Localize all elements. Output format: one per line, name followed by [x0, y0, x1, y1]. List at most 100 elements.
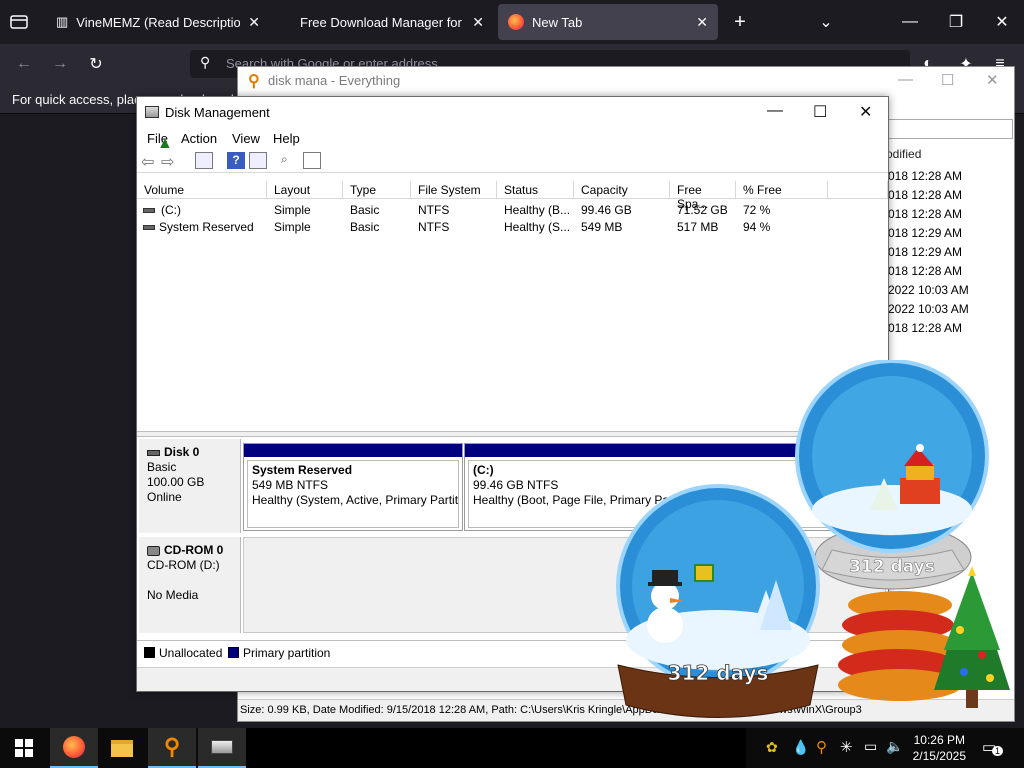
everything-search-icon: ⚲	[248, 73, 260, 90]
notification-count: 1	[992, 746, 1004, 756]
maximize-icon[interactable]: ☐	[813, 102, 827, 122]
start-button[interactable]	[0, 728, 48, 768]
close-tab-icon[interactable]: ✕	[696, 14, 708, 31]
partition-name: (C:)	[473, 463, 494, 477]
partition-c[interactable]: (C:) 99.46 GB NTFS Healthy (Boot, Page F…	[464, 443, 884, 531]
close-tab-icon[interactable]: ✕	[248, 14, 260, 31]
result-row-date[interactable]: 2022 10:03 AM	[888, 283, 969, 297]
result-row-date[interactable]: 018 12:29 AM	[888, 245, 962, 259]
column-header-free-space[interactable]: Free Spa...	[670, 181, 736, 211]
result-row-date[interactable]: 018 12:28 AM	[888, 321, 962, 335]
partition-system-reserved[interactable]: System Reserved 549 MB NTFS Healthy (Sys…	[243, 443, 463, 531]
column-header-type[interactable]: Type	[343, 181, 411, 199]
cell-status: Healthy (B...	[504, 203, 571, 217]
disk-icon	[147, 449, 160, 456]
cell-capacity: 99.46 GB	[581, 203, 632, 217]
toolbar: ⇦ ⇨ ? ⌕	[137, 149, 888, 173]
cell-type: Basic	[350, 220, 380, 234]
column-header-status[interactable]: Status	[497, 181, 574, 199]
minimize-icon[interactable]: —	[898, 71, 913, 88]
result-row-date[interactable]: 018 12:29 AM	[888, 226, 962, 240]
disk-name: CD-ROM 0	[164, 543, 224, 557]
result-row-date[interactable]: 018 12:28 AM	[888, 207, 962, 221]
chevron-down-icon[interactable]: ⌄	[814, 10, 838, 34]
everything-search-input[interactable]	[888, 119, 1013, 139]
disk-graphical-view: Disk 0 Basic 100.00 GB Online System Res…	[137, 437, 888, 635]
minimize-icon[interactable]: —	[898, 10, 922, 34]
network-icon[interactable]: ▭	[864, 738, 877, 755]
column-header-file-system[interactable]: File System	[411, 181, 497, 199]
cell-free-space: 517 MB	[677, 220, 719, 234]
result-row-date[interactable]: 018 12:28 AM	[888, 264, 962, 278]
system-clock[interactable]: 10:26 PM 2/15/2025	[913, 732, 966, 764]
tab-label: Free Download Manager for Wi	[300, 14, 465, 30]
column-header-layout[interactable]: Layout	[267, 181, 343, 199]
maximize-icon[interactable]: ☐	[941, 71, 954, 89]
close-icon[interactable]: ✕	[986, 71, 999, 89]
minimize-icon[interactable]: —	[767, 102, 783, 120]
cell-percent-free: 72 %	[743, 203, 771, 217]
menu-view[interactable]: View	[232, 131, 260, 146]
firefox-icon	[63, 736, 85, 758]
legend-label: Primary partition	[243, 646, 331, 660]
browser-tab[interactable]: ▥ VineMEMZ (Read Description) : ✕	[46, 4, 270, 40]
tray-search-icon[interactable]: ⚲	[816, 738, 827, 756]
tray-snow-icon[interactable]: ✳	[840, 738, 853, 756]
menu-action[interactable]: Action	[181, 131, 217, 146]
close-icon[interactable]: ✕	[990, 10, 1014, 34]
taskbar-disk-management[interactable]	[198, 728, 246, 768]
taskbar-everything[interactable]: ⚲	[148, 728, 196, 768]
tray-drop-icon[interactable]: 💧	[792, 739, 809, 756]
partition-details: (C:) 99.46 GB NTFS Healthy (Boot, Page F…	[468, 460, 880, 528]
result-row-date[interactable]: 018 12:28 AM	[888, 188, 962, 202]
table-row[interactable]: System Reserved Simple Basic NTFS Health…	[137, 219, 888, 236]
disk-state: Online	[147, 490, 182, 504]
disk-0-label[interactable]: Disk 0 Basic 100.00 GB Online	[139, 439, 241, 533]
cell-file-system: NTFS	[418, 203, 450, 217]
partition-details: System Reserved 549 MB NTFS Healthy (Sys…	[247, 460, 459, 528]
disk-management-icon	[145, 106, 159, 118]
status-bar	[137, 667, 888, 691]
tab-list-icon[interactable]	[8, 12, 30, 32]
disk-state: No Media	[147, 588, 199, 602]
forward-icon[interactable]: →	[48, 54, 72, 74]
restore-icon[interactable]: ❐	[944, 10, 968, 34]
close-tab-icon[interactable]: ✕	[472, 14, 484, 31]
column-header-volume[interactable]: Volume	[137, 181, 267, 199]
volume-icon[interactable]: 🔈	[886, 738, 903, 755]
browser-tab-active[interactable]: New Tab ✕	[498, 4, 718, 40]
primary-partition-bar	[465, 444, 883, 457]
result-row-date[interactable]: 2022 10:03 AM	[888, 302, 969, 316]
list-icon[interactable]	[303, 152, 321, 169]
properties-icon[interactable]	[195, 152, 213, 169]
connect-icon[interactable]: ⌕	[281, 152, 299, 169]
new-tab-icon[interactable]: +	[728, 10, 752, 34]
back-arrow-icon[interactable]: ⇦	[141, 152, 159, 171]
everything-title: disk mana - Everything	[268, 73, 401, 88]
drive-icon	[143, 208, 155, 213]
cell-percent-free: 94 %	[743, 220, 771, 234]
result-row-date[interactable]: 018 12:28 AM	[888, 169, 962, 183]
help-icon[interactable]: ?	[227, 152, 245, 169]
column-header-date-modified[interactable]: odified	[886, 147, 921, 161]
table-row[interactable]: (C:) Simple Basic NTFS Healthy (B... 99.…	[137, 202, 888, 219]
notification-center-button[interactable]: ▭ 1	[982, 738, 1004, 758]
taskbar-file-explorer[interactable]	[98, 728, 146, 768]
disk-management-window: Disk Management — ☐ ✕ File Action View H…	[136, 96, 889, 692]
view-icon[interactable]	[249, 152, 267, 169]
back-icon[interactable]: ←	[12, 54, 36, 74]
taskbar-firefox[interactable]	[50, 728, 98, 768]
cdrom-0-label[interactable]: CD-ROM 0 CD-ROM (D:) No Media	[139, 537, 241, 633]
cell-volume: (C:)	[161, 203, 181, 217]
reload-icon[interactable]: ↻	[84, 54, 108, 74]
column-header-spacer	[828, 181, 888, 199]
menu-help[interactable]: Help	[273, 131, 300, 146]
column-header-percent-free[interactable]: % Free	[736, 181, 828, 199]
forward-arrow-icon[interactable]: ⇨	[161, 152, 179, 171]
legend-swatch-unallocated	[144, 647, 155, 658]
tray-app-icon[interactable]: ✿	[766, 739, 778, 756]
browser-tab[interactable]: Free Download Manager for Wi ✕	[290, 4, 494, 40]
column-header-capacity[interactable]: Capacity	[574, 181, 670, 199]
close-icon[interactable]: ✕	[859, 102, 872, 122]
